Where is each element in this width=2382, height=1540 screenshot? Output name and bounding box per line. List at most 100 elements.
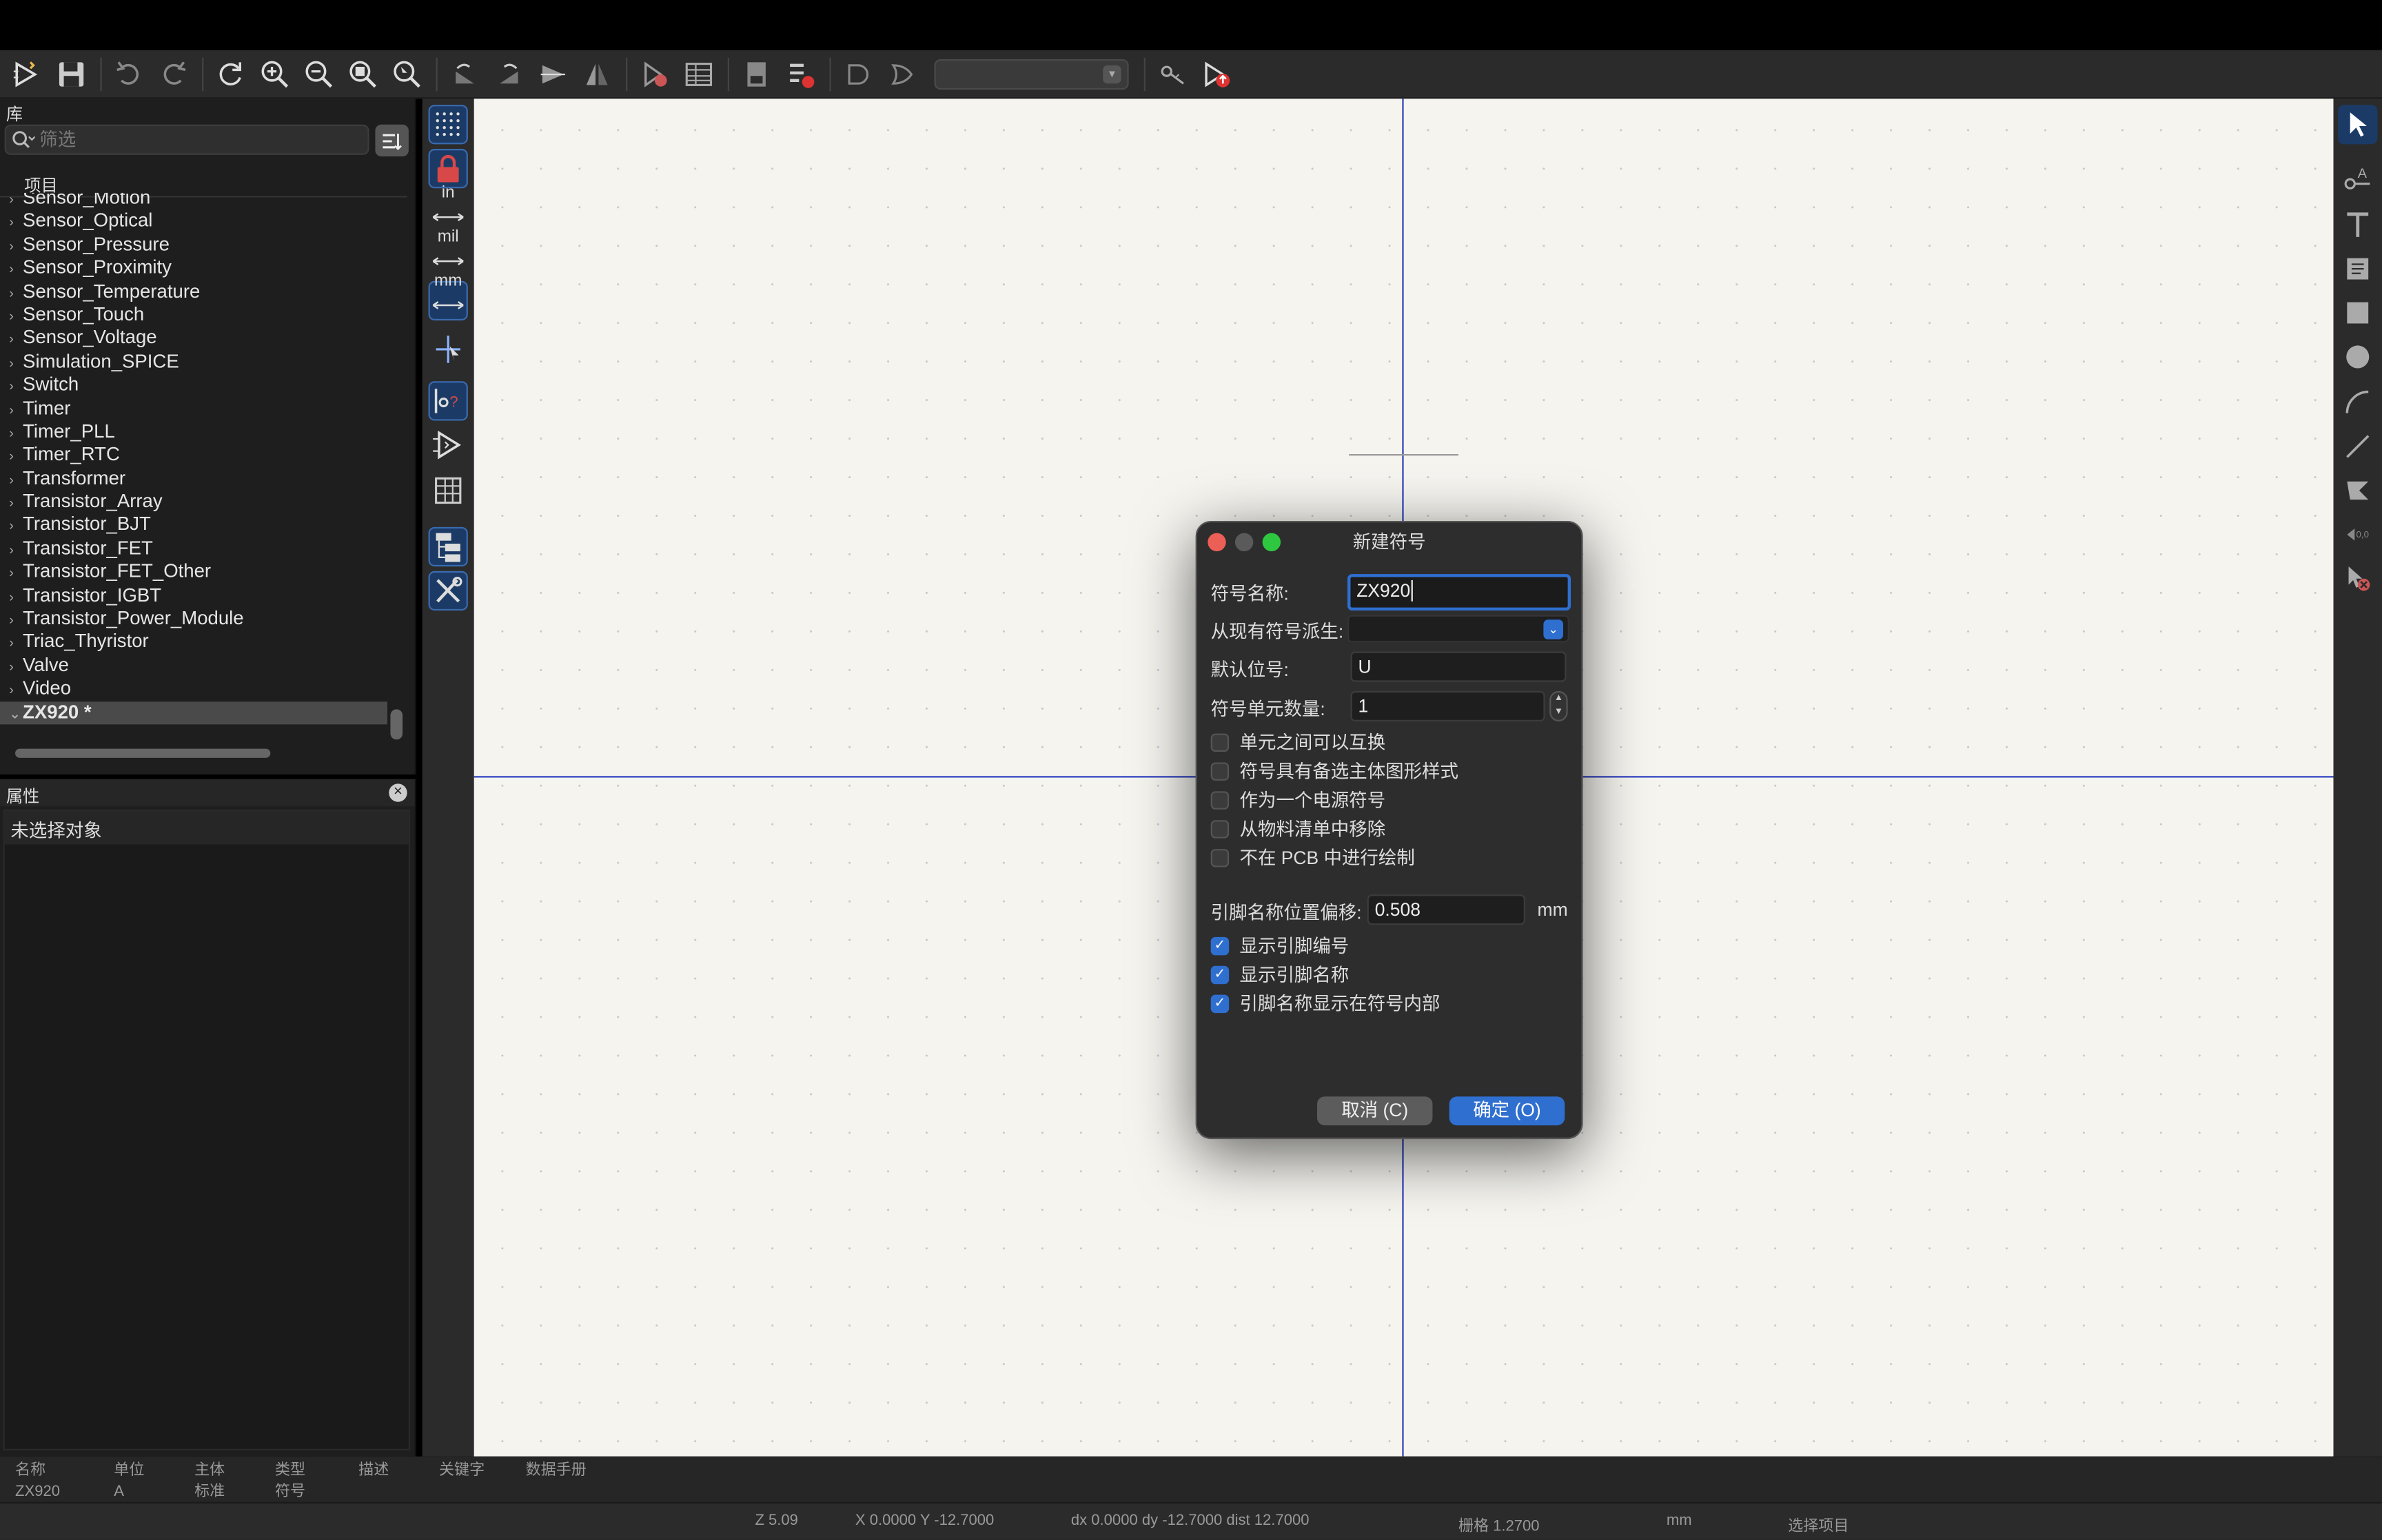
chevron-right-icon[interactable]: › bbox=[9, 539, 23, 562]
checkbox-row[interactable]: 单元之间可以互换 bbox=[1210, 729, 1385, 754]
checkbox-row[interactable]: 不在 PCB 中进行绘制 bbox=[1210, 844, 1415, 870]
filter-options-button[interactable] bbox=[375, 124, 409, 157]
checkbox-row[interactable]: 从物料清单中移除 bbox=[1210, 816, 1385, 841]
tree-item[interactable]: › Transistor_FET_Other bbox=[0, 561, 387, 584]
reference-input[interactable]: U bbox=[1350, 651, 1567, 682]
delete-tool[interactable] bbox=[2338, 559, 2377, 598]
tree-item[interactable]: › Sensor_Motion bbox=[0, 193, 387, 210]
rotate-ccw-icon[interactable] bbox=[444, 52, 487, 95]
checkbox-checked[interactable]: ✓ bbox=[1210, 965, 1230, 984]
add-line-tool[interactable] bbox=[2338, 427, 2377, 466]
grid-toggle[interactable] bbox=[428, 105, 468, 145]
undo-icon[interactable] bbox=[108, 52, 150, 95]
chevron-right-icon[interactable]: › bbox=[9, 586, 23, 609]
redo-icon[interactable] bbox=[152, 52, 194, 95]
chevron-right-icon[interactable]: › bbox=[9, 352, 23, 376]
datasheet-icon[interactable] bbox=[735, 52, 778, 95]
unit-count-stepper[interactable]: ▲ ▼ bbox=[1549, 690, 1568, 721]
tree-item[interactable]: › Transistor_Array bbox=[0, 491, 387, 514]
zoom-out-icon[interactable] bbox=[298, 52, 340, 95]
tree-item[interactable]: › Sensor_Temperature bbox=[0, 280, 387, 304]
tree-item[interactable]: › Transistor_Power_Module bbox=[0, 608, 387, 631]
zoom-selection-icon[interactable] bbox=[386, 52, 429, 95]
cancel-button[interactable]: 取消 (C) bbox=[1316, 1096, 1433, 1126]
symbol-body-toggle[interactable] bbox=[429, 425, 468, 464]
tree-item[interactable]: › Timer_RTC bbox=[0, 444, 387, 467]
chevron-right-icon[interactable]: › bbox=[9, 609, 23, 633]
tree-item[interactable]: › Sensor_Voltage bbox=[0, 327, 387, 351]
add-rectangle-tool[interactable] bbox=[2338, 293, 2377, 332]
select-tool[interactable] bbox=[2338, 105, 2378, 145]
table-view-toggle[interactable] bbox=[429, 471, 468, 510]
mirror-v-icon[interactable] bbox=[531, 52, 574, 95]
zoom-fit-icon[interactable] bbox=[342, 52, 385, 95]
unit-mm-button[interactable]: mm bbox=[428, 272, 468, 321]
chevron-right-icon[interactable]: › bbox=[9, 193, 23, 212]
unit-inch-button[interactable]: in bbox=[429, 184, 468, 232]
symbol-checker-icon[interactable] bbox=[633, 52, 676, 95]
chevron-right-icon[interactable]: › bbox=[9, 492, 23, 515]
chevron-right-icon[interactable]: › bbox=[9, 562, 23, 586]
checkbox-row[interactable]: 符号具有备选主体图形样式 bbox=[1210, 758, 1458, 783]
tree-item[interactable]: › Transistor_IGBT bbox=[0, 584, 387, 608]
tree-item[interactable]: › Transformer bbox=[0, 467, 387, 491]
tree-item[interactable]: › Valve bbox=[0, 655, 387, 678]
add-text-tool[interactable] bbox=[2338, 205, 2377, 245]
cursor-style-button[interactable] bbox=[429, 329, 468, 369]
symbol-name-input[interactable]: ZX920 bbox=[1347, 574, 1571, 611]
chevron-right-icon[interactable]: › bbox=[9, 305, 23, 329]
zoom-in-icon[interactable] bbox=[254, 52, 296, 95]
mirror-h-icon[interactable] bbox=[576, 52, 618, 95]
anchor-tool[interactable]: 0,0 bbox=[2338, 515, 2377, 554]
tree-item[interactable]: › Transistor_FET bbox=[0, 537, 387, 561]
add-pin-tool[interactable]: A bbox=[2338, 159, 2377, 198]
tree-item[interactable]: › Simulation_SPICE bbox=[0, 351, 387, 374]
close-icon[interactable]: × bbox=[389, 783, 407, 802]
checkbox-unchecked[interactable] bbox=[1210, 790, 1230, 809]
checkbox-row[interactable]: ✓ 显示引脚编号 bbox=[1210, 932, 1349, 958]
chevron-right-icon[interactable]: › bbox=[9, 399, 23, 422]
tree-item[interactable]: › Video bbox=[0, 677, 387, 701]
tree-item[interactable]: › Sensor_Touch bbox=[0, 304, 387, 327]
hierarchy-toggle[interactable] bbox=[428, 526, 468, 567]
add-polygon-tool[interactable] bbox=[2338, 471, 2377, 510]
ok-button[interactable]: 确定 (O) bbox=[1449, 1096, 1565, 1126]
derive-from-select[interactable]: ⌄ bbox=[1347, 615, 1569, 643]
checkbox-unchecked[interactable] bbox=[1210, 732, 1230, 751]
add-textbox-tool[interactable] bbox=[2338, 249, 2377, 288]
unit-select[interactable]: ▾ bbox=[934, 58, 1129, 89]
chevron-right-icon[interactable]: › bbox=[9, 633, 23, 656]
checkbox-unchecked[interactable] bbox=[1210, 848, 1230, 867]
chevron-right-icon[interactable]: › bbox=[9, 469, 23, 492]
checkbox-row[interactable]: 作为一个电源符号 bbox=[1210, 787, 1385, 812]
checkbox-row[interactable]: ✓ 引脚名称显示在符号内部 bbox=[1210, 990, 1441, 1016]
chevron-down-icon[interactable]: ⌄ bbox=[9, 703, 23, 726]
library-tree[interactable]: › Sensor_Motion › Sensor_Optical › Sensor_Pre… bbox=[0, 193, 388, 728]
chevron-right-icon[interactable]: › bbox=[9, 656, 23, 679]
properties-toggle[interactable] bbox=[428, 571, 468, 611]
chevron-right-icon[interactable]: › bbox=[9, 422, 23, 446]
tree-item[interactable]: › Timer_PLL bbox=[0, 420, 387, 444]
chevron-right-icon[interactable]: › bbox=[9, 445, 23, 469]
library-filter[interactable] bbox=[4, 124, 369, 155]
tree-item[interactable]: › Sensor_Pressure bbox=[0, 234, 387, 257]
new-symbol-icon[interactable] bbox=[6, 52, 49, 95]
pin-electrical-type-toggle[interactable]: ? bbox=[428, 381, 468, 421]
tree-item[interactable]: › Timer bbox=[0, 397, 387, 420]
chevron-right-icon[interactable]: › bbox=[9, 282, 23, 305]
tree-vscroll[interactable] bbox=[390, 709, 403, 740]
pin-table-icon[interactable] bbox=[678, 52, 720, 95]
show-pins-icon[interactable] bbox=[1152, 52, 1194, 95]
save-icon[interactable] bbox=[50, 52, 93, 95]
chevron-right-icon[interactable]: › bbox=[9, 515, 23, 539]
unit-count-input[interactable]: 1 bbox=[1350, 690, 1545, 721]
tree-item[interactable]: › Sensor_Proximity bbox=[0, 257, 387, 280]
de-morgan-standard-icon[interactable] bbox=[837, 52, 879, 95]
checkbox-checked[interactable]: ✓ bbox=[1210, 936, 1230, 955]
pin-offset-input[interactable]: 0.508 bbox=[1367, 894, 1525, 925]
add-arc-tool[interactable] bbox=[2338, 382, 2377, 422]
chevron-right-icon[interactable]: › bbox=[9, 376, 23, 399]
tree-hscroll[interactable] bbox=[15, 748, 271, 758]
rotate-cw-icon[interactable] bbox=[488, 52, 531, 95]
unit-mil-button[interactable]: mil bbox=[429, 228, 468, 276]
